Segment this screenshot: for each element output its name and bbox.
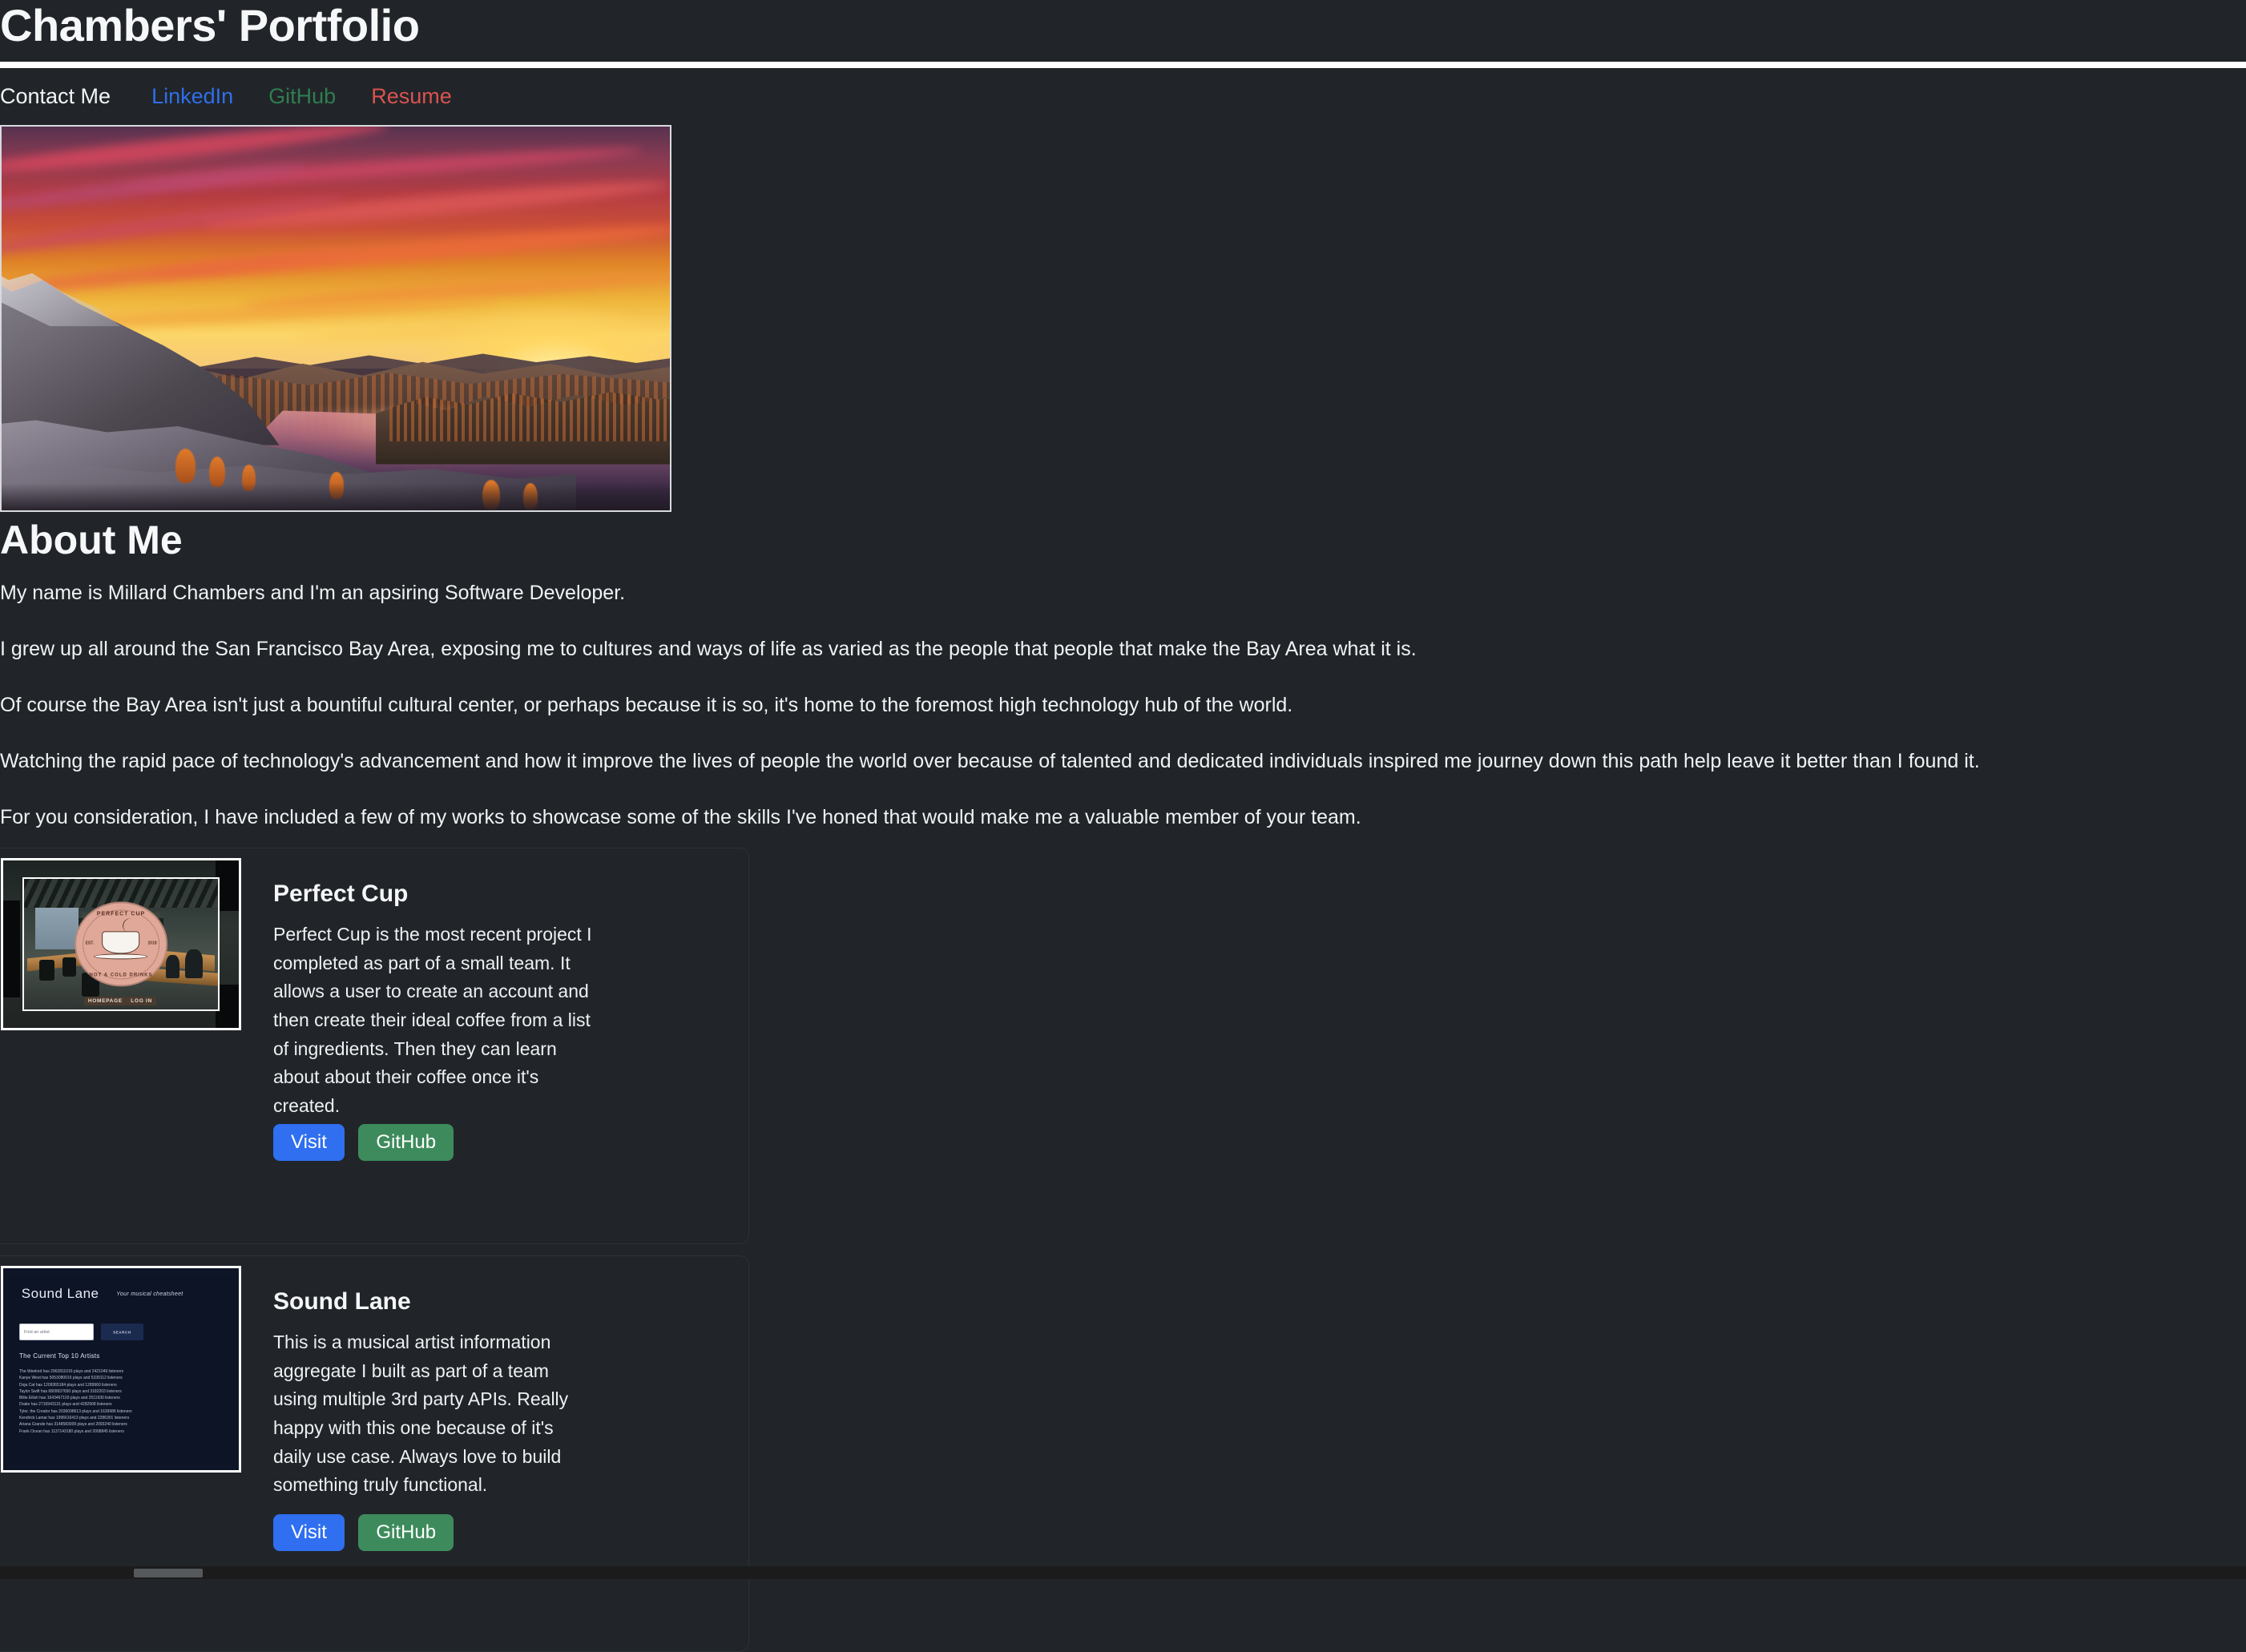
nav-link-github[interactable]: GitHub [268, 75, 361, 117]
perfect-cup-logo: PERFECT CUP EST. 2018 HOT & COLD DRINKS [76, 903, 166, 985]
logo-est-year: 2018 [147, 941, 157, 946]
visit-button[interactable]: Visit [273, 1514, 345, 1551]
thumb-list-row: Frank Ocean has 1137143180 plays and 200… [18, 1428, 124, 1434]
about-heading: About Me [0, 518, 183, 562]
thumb-list-row: Kanye West has 5053080016 plays and 5339… [18, 1376, 123, 1381]
thumb-list-row: The Weeknd has 2962811016 plays and 2421… [18, 1368, 124, 1374]
alpine-sunset-photo [2, 127, 670, 510]
horizontal-scrollbar[interactable] [0, 1566, 2246, 1579]
thumb-list-row: Kendrick Lamar has 1996616413 plays and … [18, 1416, 130, 1421]
thumb-list-row: Taylor Swift has 6809937650 plays and 31… [18, 1388, 122, 1394]
project-thumbnail-sound-lane[interactable]: Sound Lane Your musical cheatsheet Find … [1, 1266, 241, 1473]
horizontal-scrollbar-thumb[interactable] [134, 1569, 203, 1577]
about-paragraph-3: Of course the Bay Area isn't just a boun… [0, 694, 1293, 716]
hero-image [0, 125, 671, 512]
about-paragraph-1: My name is Millard Chambers and I'm an a… [0, 582, 626, 604]
about-paragraph-4: Watching the rapid pace of technology's … [0, 750, 1980, 772]
page-root: Chambers' Portfolio Contact Me LinkedIn … [0, 0, 2246, 1652]
main-navigation: Contact Me LinkedIn GitHub Resume [0, 75, 2246, 117]
thumb-nav-homepage: HOMEPAGE [83, 997, 127, 1006]
project-actions: Visit GitHub [273, 1124, 454, 1161]
thumb-list-row: Doja Cat has 1209365184 plays and 128996… [18, 1382, 117, 1388]
thumb-list-heading: The Current Top 10 Artists [18, 1352, 100, 1360]
project-description: Perfect Cup is the most recent project I… [273, 924, 592, 1116]
about-paragraph-2: I grew up all around the San Francisco B… [0, 638, 1417, 660]
thumb-list-row: Billie Eilish has 1643467103 plays and 2… [18, 1396, 120, 1401]
nav-link-resume[interactable]: Resume [371, 75, 452, 117]
thumb-search-button-label: SEARCH [113, 1330, 131, 1335]
about-paragraph-5: For you consideration, I have included a… [0, 806, 1361, 828]
nav-list: Contact Me LinkedIn GitHub Resume [0, 75, 462, 117]
project-thumbnail-perfect-cup[interactable]: PERFECT CUP EST. 2018 HOT & COLD DRINKS … [1, 858, 241, 1030]
project-description: This is a musical artist information agg… [273, 1332, 569, 1496]
nav-link-contact-me[interactable]: Contact Me [0, 75, 141, 117]
logo-top-text: PERFECT CUP [96, 910, 146, 917]
project-card-perfect-cup: PERFECT CUP EST. 2018 HOT & COLD DRINKS … [0, 848, 749, 1244]
thumb-list-row: Tyler, the Creator has 2036098613 plays … [18, 1408, 132, 1414]
logo-est-label: EST. [85, 941, 95, 946]
thumb-search-button: SEARCH [100, 1324, 144, 1341]
project-title: Perfect Cup [273, 880, 409, 907]
thumb-tagline: Your musical cheatsheet [116, 1291, 183, 1297]
github-button[interactable]: GitHub [358, 1514, 454, 1551]
thumb-list-row: Ariana Grande has 3148583009 plays and 2… [18, 1422, 127, 1428]
project-card-sound-lane: Sound Lane Your musical cheatsheet Find … [0, 1255, 749, 1652]
logo-bottom-text: HOT & COLD DRINKS [89, 972, 153, 977]
thumb-list-row: Drake has 2716943131 plays and 4282908 l… [18, 1402, 112, 1408]
project-title: Sound Lane [273, 1288, 411, 1315]
thumb-nav-login: LOG IN [127, 997, 156, 1006]
thumb-search-placeholder: Find an artist [23, 1329, 50, 1335]
nav-link-linkedin[interactable]: LinkedIn [151, 75, 258, 117]
thumb-search-input: Find an artist [18, 1324, 95, 1341]
project-actions: Visit GitHub [273, 1514, 454, 1551]
header-divider [0, 62, 2246, 68]
github-button[interactable]: GitHub [358, 1124, 454, 1161]
thumb-brand: Sound Lane [21, 1285, 99, 1301]
page-title: Chambers' Portfolio [0, 0, 420, 50]
visit-button[interactable]: Visit [273, 1124, 345, 1161]
